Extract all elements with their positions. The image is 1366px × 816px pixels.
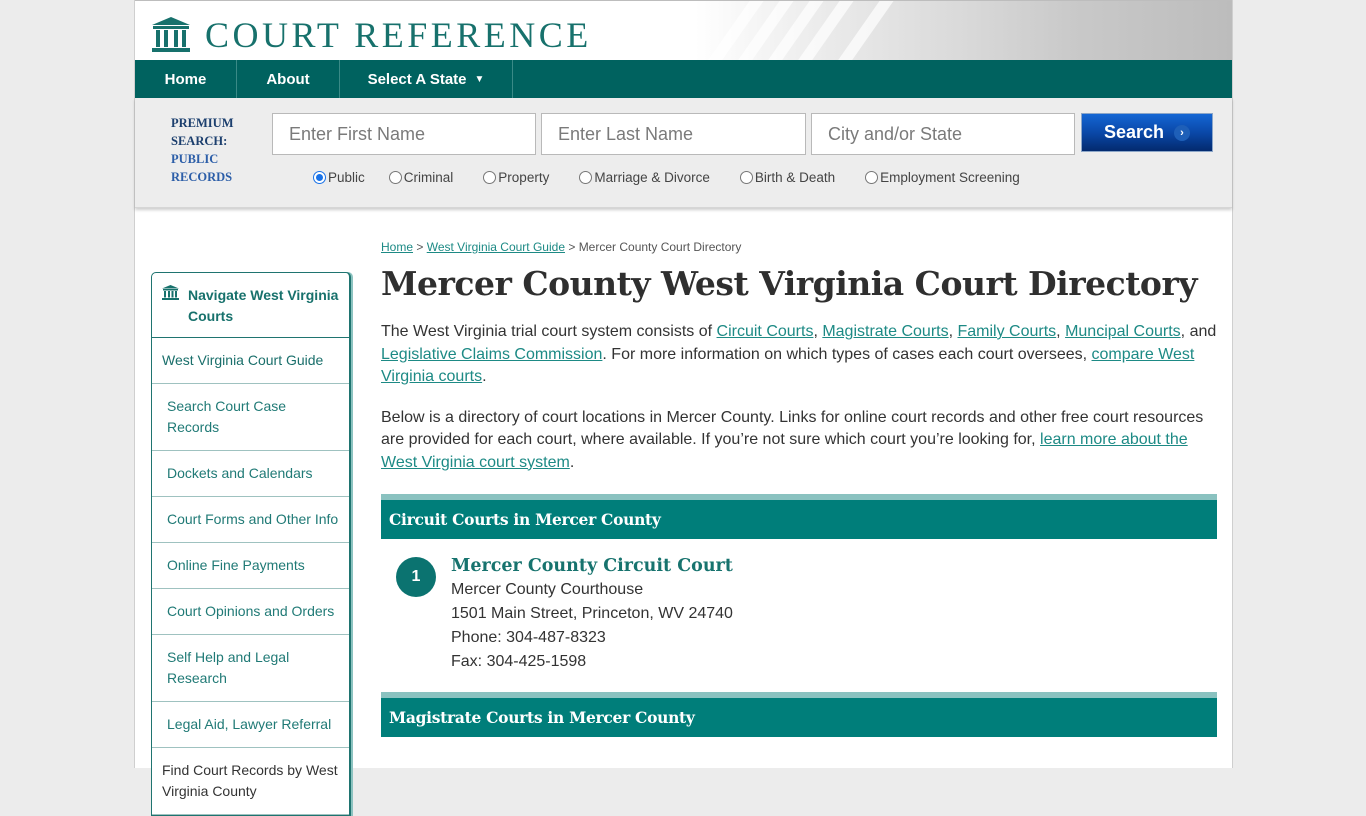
link-circuit-courts[interactable]: Circuit Courts [717,323,814,340]
breadcrumb-separator: > [413,240,427,254]
radio-label: Marriage & Divorce [594,170,710,185]
directory-text: . [569,453,575,471]
sidebar-item-by-county[interactable]: Find Court Records by West Virginia Coun… [152,748,349,815]
intro-text: , [1056,323,1066,340]
sidebar-item-self-help[interactable]: Self Help and Legal Research [152,635,349,702]
premium-label-line: PUBLIC [171,152,219,166]
court-building: Mercer County Courthouse [451,581,644,598]
breadcrumb-home[interactable]: Home [381,240,413,254]
link-municipal-courts[interactable]: Muncipal Courts [1065,323,1181,340]
main-nav: Home About Select A State ▼ [135,60,1232,98]
intro-text: , [813,323,823,340]
court-info: Mercer County Circuit Court Mercer Count… [451,554,733,674]
courthouse-icon [162,285,179,300]
last-name-input[interactable] [541,113,806,155]
radio-public[interactable]: Public [313,170,365,185]
court-fax: Fax: 304-425-1598 [451,653,587,670]
sidebar-item-opinions[interactable]: Court Opinions and Orders [152,589,349,635]
premium-label-line: SEARCH: [171,134,228,148]
court-name-link[interactable]: Mercer County Circuit Court [451,554,733,578]
premium-label-line: PREMIUM [171,116,234,130]
section-header-circuit: Circuit Courts in Mercer County [381,494,1217,539]
radio-label: Birth & Death [754,170,836,185]
radio-marriage-divorce[interactable]: Marriage & Divorce [579,170,710,185]
sidebar-item-search-records[interactable]: Search Court Case Records [152,384,349,451]
sidebar-header: Navigate West Virginia Courts [152,273,349,338]
search-button[interactable]: Search › [1081,113,1213,152]
radio-button[interactable] [865,171,879,184]
page-title: Mercer County West Virginia Court Direct… [381,264,1198,303]
radio-button[interactable] [483,171,497,184]
intro-text: . [482,368,487,385]
breadcrumb-current: Mercer County Court Directory [578,240,742,254]
breadcrumb: Home > West Virginia Court Guide > Merce… [381,240,1217,254]
radio-button[interactable] [388,171,402,184]
sidebar-item-legal-aid[interactable]: Legal Aid, Lawyer Referral [152,702,349,748]
court-phone: Phone: 304-487-8323 [451,629,606,646]
court-address: 1501 Main Street, Princeton, WV 24740 [451,605,733,622]
intro-paragraph: The West Virginia trial court system con… [381,321,1217,389]
radio-label: Employment Screening [880,170,1020,185]
radio-button-checked[interactable] [313,171,326,184]
radio-criminal[interactable]: Criminal [388,170,454,185]
courthouse-icon [152,17,190,52]
premium-search-label: PREMIUM SEARCH: PUBLIC RECORDS [171,114,234,186]
search-button-label: Search [1103,122,1165,142]
radio-property[interactable]: Property [483,170,549,185]
first-name-input[interactable] [272,113,536,155]
sidebar-item-dockets[interactable]: Dockets and Calendars [152,451,349,497]
breadcrumb-separator: > [565,240,579,254]
site-logo[interactable]: COURT REFERENCE [151,17,592,53]
site-name: COURT REFERENCE [205,15,592,55]
site-header: COURT REFERENCE [135,0,1232,60]
page-container: COURT REFERENCE Home About Select A Stat… [134,0,1233,816]
nav-home-label: Home [164,70,207,88]
chevron-right-icon: › [1174,124,1191,141]
breadcrumb-court-guide[interactable]: West Virginia Court Guide [427,240,565,254]
nav-about[interactable]: About [237,60,340,98]
radio-employment-screening[interactable]: Employment Screening [865,170,1020,185]
nav-about-label: About [266,70,310,88]
sidebar-nav: Navigate West Virginia Courts West Virgi… [151,272,351,816]
radio-birth-death[interactable]: Birth & Death [739,170,836,185]
link-legislative-claims[interactable]: Legislative Claims Commission [381,346,602,363]
record-type-radios: Public Criminal Property Marriage & Divo… [313,170,1020,185]
directory-paragraph: Below is a directory of court locations … [381,407,1217,475]
intro-text: , and [1180,323,1217,340]
section-header-magistrate: Magistrate Courts in Mercer County [381,692,1217,737]
main-content: Home > West Virginia Court Guide > Merce… [381,240,1217,737]
premium-label-line: RECORDS [171,170,233,184]
radio-label: Public [328,170,365,185]
link-family-courts[interactable]: Family Courts [957,323,1056,340]
caret-down-icon: ▼ [474,73,485,85]
court-number-badge: 1 [396,557,436,597]
intro-text: . For more information on which types of… [602,345,1092,363]
radio-button[interactable] [739,171,753,184]
sidebar-item-court-guide[interactable]: West Virginia Court Guide [152,338,349,384]
sidebar-item-court-forms[interactable]: Court Forms and Other Info [152,497,349,543]
intro-text: The West Virginia trial court system con… [381,323,717,340]
link-magistrate-courts[interactable]: Magistrate Courts [822,323,948,340]
header-column-image [693,1,1232,60]
radio-label: Criminal [403,170,454,185]
radio-label: Property [498,170,550,185]
sidebar-item-fine-payments[interactable]: Online Fine Payments [152,543,349,589]
nav-home[interactable]: Home [135,60,237,98]
nav-select-state[interactable]: Select A State ▼ [340,60,513,98]
premium-search-bar: PREMIUM SEARCH: PUBLIC RECORDS Search › … [135,98,1232,208]
radio-button[interactable] [579,171,593,184]
sidebar-title: Navigate West Virginia Courts [188,287,339,324]
city-state-input[interactable] [811,113,1075,155]
nav-select-state-label: Select A State [367,70,467,88]
court-listing: 1 Mercer County Circuit Court Mercer Cou… [381,539,1217,674]
